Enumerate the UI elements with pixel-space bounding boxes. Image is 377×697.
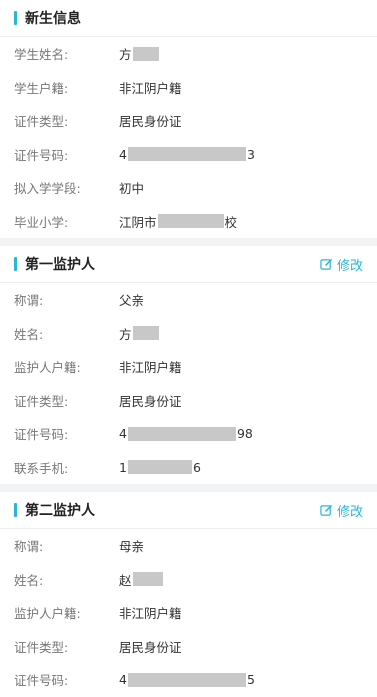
row-label: 证件号码: bbox=[14, 673, 69, 689]
row-value: 母亲 bbox=[119, 539, 145, 555]
value-text: 5 bbox=[246, 672, 255, 688]
section-header: 新生信息 bbox=[0, 0, 377, 36]
row-label: 姓名: bbox=[14, 326, 44, 342]
row-label: 监护人户籍: bbox=[14, 606, 81, 622]
info-row-relation: 称谓: 母亲 bbox=[0, 529, 377, 563]
info-row-household: 监护人户籍: 非江阴户籍 bbox=[0, 350, 377, 384]
info-row-student-name: 学生姓名: 方 bbox=[0, 37, 377, 71]
row-label: 学生姓名: bbox=[14, 47, 69, 63]
row-value: 方 bbox=[119, 324, 160, 343]
row-value: 1 6 bbox=[119, 460, 201, 475]
section-header: 第二监护人 修改 bbox=[0, 492, 377, 528]
row-value: 初中 bbox=[119, 181, 145, 197]
redaction-mask bbox=[132, 326, 159, 341]
section-title: 第一监护人 bbox=[25, 257, 95, 273]
value-text: 4 bbox=[119, 146, 127, 162]
row-label: 称谓: bbox=[14, 539, 44, 555]
row-label: 毕业小学: bbox=[14, 214, 69, 230]
row-value: 居民身份证 bbox=[119, 393, 182, 409]
value-text: 4 bbox=[119, 672, 127, 688]
edit-label: 修改 bbox=[336, 504, 363, 520]
row-value: 居民身份证 bbox=[119, 114, 182, 130]
section-title: 新生信息 bbox=[25, 11, 81, 27]
value-text: 校 bbox=[224, 214, 238, 230]
row-value: 非江阴户籍 bbox=[119, 80, 182, 96]
info-row-id-type: 证件类型: 居民身份证 bbox=[0, 630, 377, 664]
value-text: 方 bbox=[119, 326, 132, 342]
row-label: 证件号码: bbox=[14, 427, 69, 443]
section-gap bbox=[0, 484, 377, 492]
value-text: 98 bbox=[236, 426, 253, 442]
edit-icon bbox=[320, 258, 333, 270]
edit-icon bbox=[320, 504, 333, 516]
value-text: 1 bbox=[119, 459, 127, 475]
section-accent-bar bbox=[14, 257, 17, 271]
row-value: 4 98 bbox=[119, 426, 253, 441]
row-label: 联系手机: bbox=[14, 460, 69, 476]
row-value: 4 5 bbox=[119, 672, 255, 687]
row-value: 赵 bbox=[119, 570, 164, 589]
row-label: 证件号码: bbox=[14, 147, 69, 163]
row-label: 拟入学学段: bbox=[14, 181, 81, 197]
section-header: 第一监护人 修改 bbox=[0, 246, 377, 282]
redaction-mask bbox=[132, 46, 159, 61]
row-label: 姓名: bbox=[14, 572, 44, 588]
student-info-card: 新生信息 学生姓名: 方 学生户籍: 非江阴户籍 证件类型: 居民身份证 证件号… bbox=[0, 0, 377, 238]
row-label: 称谓: bbox=[14, 293, 44, 309]
row-value: 江阴市 校 bbox=[119, 212, 237, 231]
info-row-id-number: 证件号码: 4 98 bbox=[0, 417, 377, 451]
info-row-student-household: 学生户籍: 非江阴户籍 bbox=[0, 71, 377, 105]
row-label: 证件类型: bbox=[14, 114, 69, 130]
row-value: 父亲 bbox=[119, 293, 145, 309]
info-row-phone: 联系手机: 1 6 bbox=[0, 451, 377, 485]
edit-guardian2-button[interactable]: 修改 bbox=[320, 492, 363, 528]
info-row-student-id-number: 证件号码: 4 3 bbox=[0, 138, 377, 172]
row-label: 学生户籍: bbox=[14, 80, 69, 96]
section-accent-bar bbox=[14, 503, 17, 517]
row-value: 4 3 bbox=[119, 147, 255, 162]
section-accent-bar bbox=[14, 11, 17, 25]
value-text: 赵 bbox=[119, 572, 132, 588]
guardian1-card: 第一监护人 修改 称谓: 父亲 姓名: 方 监护人户籍: 非江阴户籍 证件类型:… bbox=[0, 246, 377, 484]
section-title: 第二监护人 bbox=[25, 503, 95, 519]
info-row-student-id-type: 证件类型: 居民身份证 bbox=[0, 104, 377, 138]
value-text: 6 bbox=[192, 459, 201, 475]
redaction-mask bbox=[127, 147, 246, 162]
row-label: 证件类型: bbox=[14, 393, 69, 409]
info-row-id-type: 证件类型: 居民身份证 bbox=[0, 384, 377, 418]
edit-guardian1-button[interactable]: 修改 bbox=[320, 246, 363, 282]
row-value: 方 bbox=[119, 44, 160, 63]
section-gap bbox=[0, 238, 377, 246]
info-row-relation: 称谓: 父亲 bbox=[0, 283, 377, 317]
info-row-name: 姓名: 赵 bbox=[0, 563, 377, 597]
edit-label: 修改 bbox=[336, 258, 363, 274]
info-row-name: 姓名: 方 bbox=[0, 317, 377, 351]
redaction-mask bbox=[157, 214, 224, 229]
info-row-household: 监护人户籍: 非江阴户籍 bbox=[0, 596, 377, 630]
row-label: 监护人户籍: bbox=[14, 360, 81, 376]
row-value: 居民身份证 bbox=[119, 639, 182, 655]
info-row-primary-school: 毕业小学: 江阴市 校 bbox=[0, 205, 377, 239]
redaction-mask bbox=[132, 572, 163, 587]
row-value: 非江阴户籍 bbox=[119, 606, 182, 622]
value-text: 江阴市 bbox=[119, 214, 157, 230]
redaction-mask bbox=[127, 460, 192, 475]
value-text: 3 bbox=[246, 146, 255, 162]
guardian2-card: 第二监护人 修改 称谓: 母亲 姓名: 赵 监护人户籍: 非江阴户籍 证件类型:… bbox=[0, 492, 377, 697]
redaction-mask bbox=[127, 672, 246, 687]
row-value: 非江阴户籍 bbox=[119, 360, 182, 376]
redaction-mask bbox=[127, 426, 236, 441]
info-row-id-number: 证件号码: 4 5 bbox=[0, 663, 377, 697]
row-label: 证件类型: bbox=[14, 639, 69, 655]
value-text: 4 bbox=[119, 426, 127, 442]
info-row-school-stage: 拟入学学段: 初中 bbox=[0, 171, 377, 205]
value-text: 方 bbox=[119, 47, 132, 63]
